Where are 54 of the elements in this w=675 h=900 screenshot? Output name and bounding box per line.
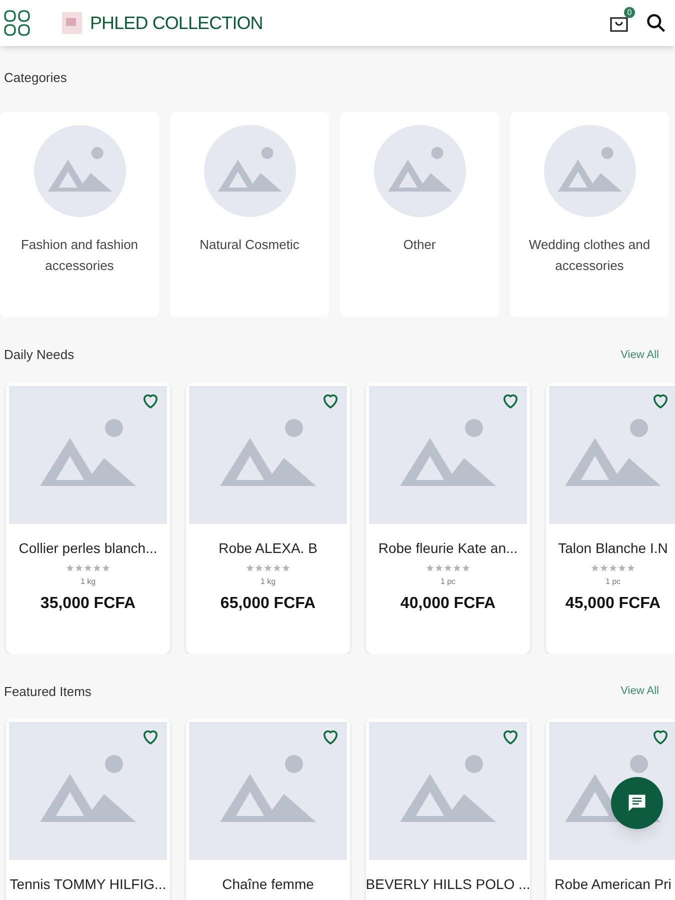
product-name: Tennis TOMMY HILFIG... [10,875,166,894]
category-card[interactable]: Fashion and fashion accessories [0,112,159,317]
image-placeholder-icon [9,722,167,860]
view-all-link[interactable]: View All [620,346,671,363]
image-placeholder-icon [189,722,347,860]
product-price: 35,000 FCFA [40,594,136,614]
product-name: Robe fleurie Kate an... [378,538,518,558]
image-placeholder-icon [544,125,636,217]
product-card[interactable]: Chaîne femme [186,719,350,900]
image-placeholder-icon [189,386,347,524]
category-name: Other [402,236,437,254]
section-title: Featured Items [4,682,92,700]
product-unit: 1 pc [605,576,621,588]
product-card[interactable]: Tennis TOMMY HILFIG... [6,719,170,900]
image-placeholder-icon [369,722,527,860]
product-price: 40,000 FCFA [400,594,496,614]
category-card[interactable]: Other [340,112,499,317]
section-title: Categories [4,70,67,85]
product-name: Chaîne femme [222,875,314,894]
product-name: Robe ALEXA. B [218,538,318,558]
image-placeholder-icon [204,125,296,217]
product-card[interactable]: Robe fleurie Kate an... 1 pc 40,000 FCFA [366,382,530,654]
image-placeholder-icon [369,386,527,524]
section-title: Daily Needs [4,346,74,364]
product-price: 65,000 FCFA [220,594,316,614]
product-card[interactable]: Robe American Pri [546,719,675,900]
category-card[interactable]: Wedding clothes and accessories [510,112,669,317]
product-unit: 1 kg [260,576,276,588]
product-name: Talon Blanche I.N [558,538,668,558]
product-card[interactable]: Robe ALEXA. B 1 kg 65,000 FCFA [186,382,350,654]
image-placeholder-icon [34,125,126,217]
product-unit: 1 pc [440,576,456,588]
product-name: Robe American Pri [554,875,672,894]
app-title: PHLED COLLECTION [90,12,263,34]
product-card[interactable]: Talon Blanche I.N 1 pc 45,000 FCFA [546,382,675,654]
category-card[interactable]: Natural Cosmetic [170,112,329,317]
category-name: Natural Cosmetic [198,236,300,254]
category-name: Fashion and fashion accessories [20,236,140,275]
product-card[interactable]: BEVERLY HILLS POLO ... [366,719,530,900]
view-all-link[interactable]: View All [620,683,671,700]
category-name: Wedding clothes and accessories [528,236,652,275]
product-name: Collier perles blanch... [18,538,158,558]
cart-count-badge: 0 [624,7,635,18]
grid-menu-icon[interactable] [4,10,30,36]
image-placeholder-icon [374,125,466,217]
product-card[interactable]: Collier perles blanch... 1 kg 35,000 FCFA [6,382,170,654]
product-name: BEVERLY HILLS POLO ... [366,875,530,894]
chat-icon [626,792,648,814]
logo-icon [62,12,82,34]
image-placeholder-icon [9,386,167,524]
image-placeholder-icon [549,386,675,524]
search-icon[interactable] [645,12,667,34]
product-unit: 1 kg [80,576,96,588]
product-price: 45,000 FCFA [565,594,661,614]
